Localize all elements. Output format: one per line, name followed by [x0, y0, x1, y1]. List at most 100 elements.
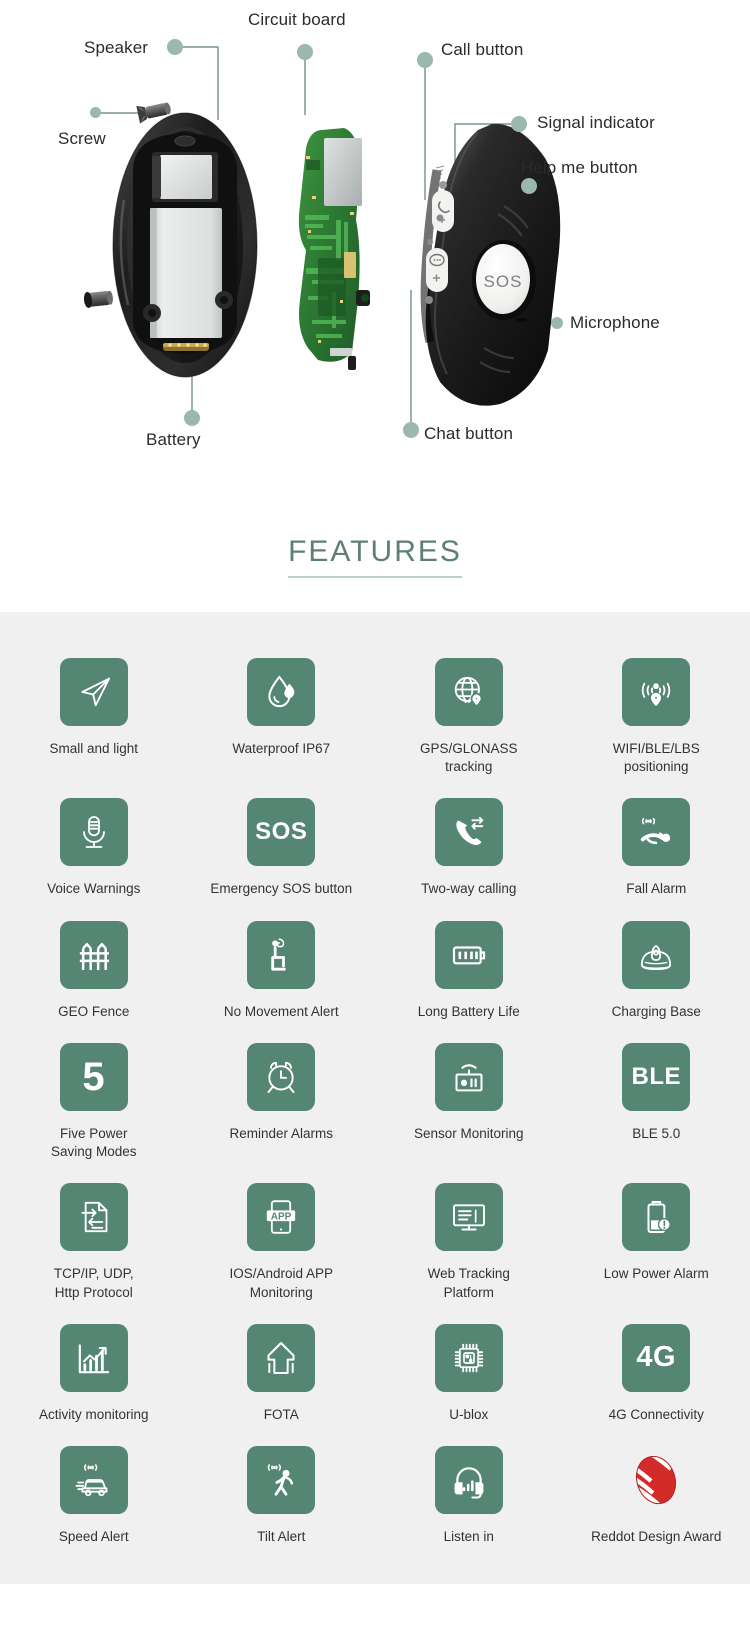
feature-label: Activity monitoring — [38, 1406, 149, 1422]
microphone-icon — [59, 798, 128, 867]
feature-label: Tilt Alert — [257, 1528, 306, 1544]
callout-label-screw: Screw — [58, 129, 106, 148]
feature-item[interactable]: GEO Fence — [0, 903, 188, 1025]
feature-item[interactable]: Small and light — [0, 640, 188, 780]
feature-item[interactable]: Voice Warnings — [0, 780, 188, 902]
callout-label-signal-indicator: Signal indicator — [537, 113, 655, 132]
feature-item[interactable]: Activity monitoring — [0, 1306, 188, 1428]
tilt-person-icon — [247, 1445, 316, 1514]
feature-row: Activity monitoring FOTA U-blox 4G 4G Connec… — [0, 1306, 750, 1428]
feature-label: Emergency SOS button — [210, 881, 353, 897]
feature-item[interactable]: SOS Emergency SOS button — [188, 780, 376, 902]
sos-text-icon: SOS — [247, 798, 316, 867]
callout-label-battery: Battery — [146, 430, 201, 449]
feature-label: No Movement Alert — [223, 1003, 339, 1019]
feature-item[interactable]: TCP/IP, UDP, Http Protocol — [0, 1165, 188, 1305]
tile-text: SOS — [255, 818, 308, 846]
feature-label: Low Power Alarm — [603, 1266, 709, 1282]
activity-chart-icon — [59, 1323, 128, 1392]
feature-item[interactable]: Listen in — [375, 1428, 563, 1550]
feature-label: GPS/GLONASS tracking — [419, 741, 518, 775]
fall-alarm-icon — [622, 798, 691, 867]
feature-row: Speed Alert Tilt Alert Listen in Reddot Des… — [0, 1428, 750, 1550]
feature-row: Small and light Waterproof IP67 GPS/GLONAS… — [0, 640, 750, 780]
diagram-illustration: SOS — [83, 46, 561, 430]
feature-item[interactable]: 4G 4G Connectivity — [563, 1306, 750, 1428]
callout-label-chat-button: Chat button — [424, 424, 513, 443]
feature-row: Voice Warnings SOS Emergency SOS button Two… — [0, 780, 750, 902]
tile-text: 4G — [636, 1341, 677, 1374]
feature-row: 5 Five Power Saving Modes Reminder Alarms S… — [0, 1025, 750, 1165]
feature-item[interactable]: Reddot Design Award — [563, 1428, 750, 1550]
callout-dot-screw — [90, 107, 101, 118]
feature-item[interactable]: Two-way calling — [375, 780, 563, 902]
water-drop-icon — [247, 658, 316, 726]
feature-item[interactable]: Web Tracking Platform — [375, 1165, 563, 1305]
sensor-icon — [434, 1042, 503, 1111]
feature-label: TCP/IP, UDP, Http Protocol — [53, 1266, 134, 1300]
paper-plane-icon — [59, 658, 128, 726]
globe-pin-icon — [434, 658, 503, 726]
fence-icon — [59, 920, 128, 989]
app-phone-icon: APP — [247, 1183, 316, 1252]
feature-label: Two-way calling — [421, 881, 517, 897]
callout-dot-circuit-board — [297, 44, 313, 60]
callout-dot-microphone — [551, 317, 563, 329]
feature-item[interactable]: Long Battery Life — [375, 903, 563, 1025]
low-battery-icon — [622, 1183, 691, 1252]
sos-button-label: SOS — [484, 272, 523, 291]
protocol-transfer-icon — [59, 1183, 128, 1252]
feature-item[interactable]: FOTA — [188, 1306, 376, 1428]
feature-label: Small and light — [49, 741, 139, 756]
feature-label: Charging Base — [611, 1003, 701, 1019]
callout-dot-chat-button — [403, 422, 419, 438]
callout-dot-battery — [184, 410, 200, 426]
web-monitor-icon — [434, 1183, 503, 1252]
feature-label: Reddot Design Award — [591, 1528, 722, 1544]
feature-item[interactable]: BLE BLE 5.0 — [563, 1025, 750, 1165]
chip-icon — [434, 1323, 503, 1392]
feature-label: 4G Connectivity — [608, 1406, 704, 1422]
four-g-text-icon: 4G — [622, 1323, 691, 1392]
product-exploded-diagram: SOS Speaker Circuit board Call button Si… — [0, 0, 750, 500]
callout-label-speaker: Speaker — [84, 38, 149, 57]
feature-item[interactable]: Sensor Monitoring — [375, 1025, 563, 1165]
callout-label-call-button: Call button — [441, 40, 524, 59]
feature-label: FOTA — [263, 1406, 299, 1422]
feature-item[interactable]: GPS/GLONASS tracking — [375, 640, 563, 780]
feature-item[interactable]: Low Power Alarm — [563, 1165, 750, 1305]
feature-label: Speed Alert — [58, 1528, 129, 1544]
tile-text: 5 — [82, 1054, 106, 1099]
callout-label-microphone: Microphone — [570, 313, 660, 332]
no-movement-icon — [247, 920, 316, 989]
callout-label-circuit-board: Circuit board — [248, 10, 346, 29]
feature-item[interactable]: Speed Alert — [0, 1428, 188, 1550]
callout-dot-signal-indicator — [511, 116, 527, 132]
feature-label: Sensor Monitoring — [413, 1125, 524, 1141]
feature-item[interactable]: WIFI/BLE/LBS positioning — [563, 640, 750, 780]
feature-item[interactable]: Tilt Alert — [188, 1428, 376, 1550]
feature-item[interactable]: 5 Five Power Saving Modes — [0, 1025, 188, 1165]
feature-item[interactable]: No Movement Alert — [188, 903, 376, 1025]
feature-item[interactable]: U-blox — [375, 1306, 563, 1428]
housing-shell — [112, 112, 258, 378]
callout-dot-call-button — [417, 52, 433, 68]
signal-pin-icon — [622, 658, 691, 726]
tile-text: BLE — [631, 1062, 681, 1090]
feature-label: Web Tracking Platform — [427, 1266, 510, 1300]
feature-label: Long Battery Life — [417, 1003, 520, 1019]
feature-label: GEO Fence — [58, 1003, 130, 1019]
charging-base-icon — [622, 920, 691, 989]
feature-label: Waterproof IP67 — [232, 741, 331, 756]
feature-item[interactable]: Waterproof IP67 — [188, 640, 376, 780]
reddot-award-icon — [622, 1446, 690, 1514]
feature-item[interactable]: Charging Base — [563, 903, 750, 1025]
battery-full-icon — [434, 920, 503, 989]
speed-car-icon — [59, 1445, 128, 1514]
feature-item[interactable]: Fall Alarm — [563, 780, 750, 902]
feature-row: GEO Fence No Movement Alert Long Battery L… — [0, 903, 750, 1025]
ble-text-icon: BLE — [622, 1042, 691, 1111]
feature-item[interactable]: Reminder Alarms — [188, 1025, 376, 1165]
feature-item[interactable]: APP IOS/Android APP Monitoring — [188, 1165, 376, 1305]
alarm-clock-icon — [247, 1042, 316, 1111]
